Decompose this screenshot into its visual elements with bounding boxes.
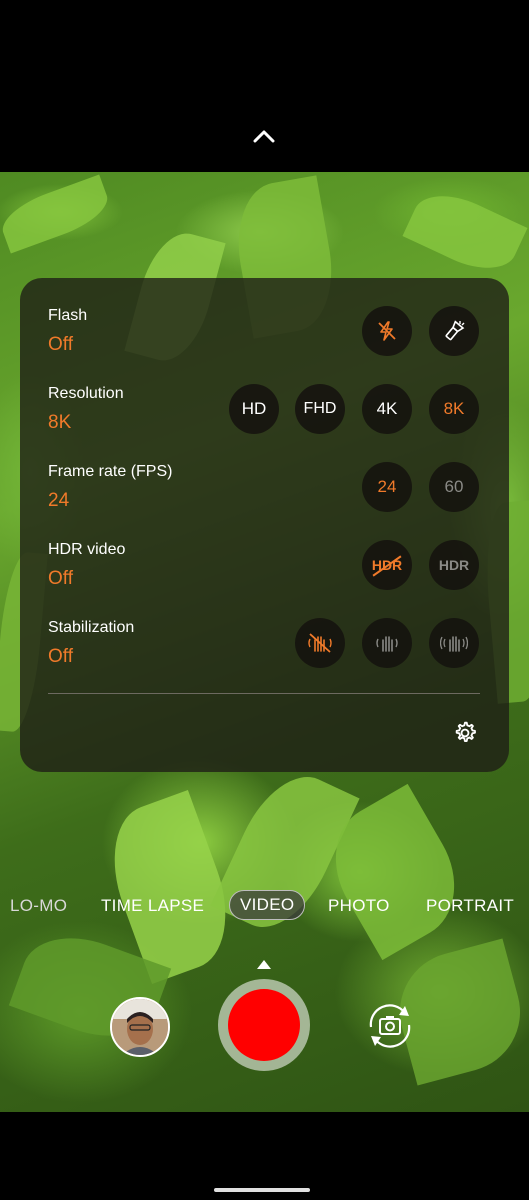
flashlight-button[interactable] [429,306,479,356]
stabilization-label: Stabilization [48,619,135,636]
gallery-thumbnail-image [112,999,168,1055]
stabilization-value: Off [48,646,73,667]
stabilization-max-button[interactable] [429,618,479,668]
gear-icon[interactable] [452,720,478,746]
stabilization-off-icon [308,633,332,653]
mode-slo-mo[interactable]: LO-MO [10,896,67,916]
top-bar [0,0,529,172]
resolution-fhd-option[interactable]: FHD [295,384,345,434]
flashlight-icon [445,320,465,341]
resolution-hd-option[interactable]: HD [229,384,279,434]
mode-photo[interactable]: PHOTO [328,896,390,916]
chevron-up-caret-icon[interactable] [257,960,271,969]
record-button-core [228,989,300,1061]
stabilization-off-button[interactable] [295,618,345,668]
chevron-up-icon[interactable] [253,127,275,145]
stabilization-max-icon [440,636,468,652]
resolution-label: Resolution [48,385,124,402]
mode-portrait[interactable]: PORTRAIT [426,896,514,916]
mode-video[interactable]: VIDEO [229,890,306,920]
fps-24-option[interactable]: 24 [362,462,412,512]
flash-off-icon [378,321,396,341]
frame-rate-label: Frame rate (FPS) [48,463,173,480]
resolution-value: 8K [48,412,72,433]
frame-rate-value: 24 [48,490,70,511]
flash-label: Flash [48,307,88,324]
flash-value: Off [48,334,73,355]
hdr-off-icon: HDR [372,555,402,577]
mode-time-lapse[interactable]: TIME LAPSE [101,896,204,916]
record-button[interactable] [218,979,310,1071]
stabilization-on-button[interactable] [362,618,412,668]
hdr-on-button[interactable]: HDR [429,540,479,590]
resolution-4k-option[interactable]: 4K [362,384,412,434]
gallery-thumbnail[interactable] [110,997,170,1057]
bottom-nav-bar [0,1112,529,1200]
stabilization-on-icon [376,636,398,652]
hdr-value: Off [48,568,73,589]
panel-divider [48,693,480,694]
flash-off-button[interactable] [362,306,412,356]
fps-60-option[interactable]: 60 [429,462,479,512]
resolution-8k-option[interactable]: 8K [429,384,479,434]
hdr-off-button[interactable]: HDR [362,540,412,590]
video-settings-panel: Flash Off Resolution 8K HD FHD 4K 8K Fra… [20,278,509,772]
home-indicator[interactable] [214,1188,310,1192]
camera-flip-icon[interactable] [361,997,419,1055]
hdr-label: HDR video [48,541,126,558]
